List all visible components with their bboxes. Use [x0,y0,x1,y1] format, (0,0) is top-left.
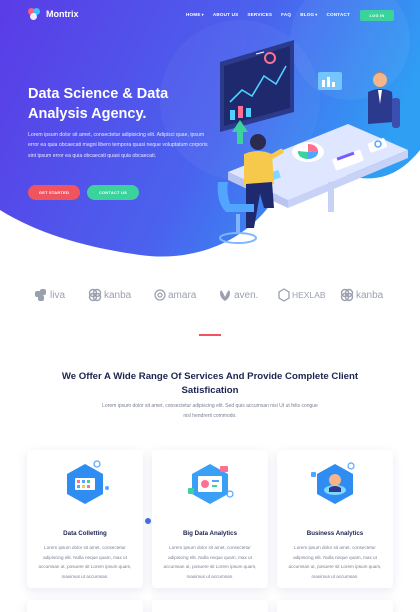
data-collecting-icon [67,460,109,504]
card-text: Lorem ipsum dolor sit amet, consectetur … [288,545,382,579]
card-title: Big Data Analytics [182,530,238,537]
client-logo-liva: liva [34,286,65,304]
nav-item-home[interactable]: HOME▾ [186,12,204,17]
get-started-button[interactable]: GET STARTED [28,185,80,200]
dashboard-board-illustration [220,40,294,132]
client-logos: liva kanba amara aven. HEXLAB kanba [34,286,394,304]
kanba-icon [340,288,354,302]
nav-item-services[interactable]: SERVICES [247,12,272,17]
client-logo-aven: aven. [218,286,258,304]
logo-icon [28,8,40,20]
service-card-partial [277,600,393,612]
section-subtitle: Lorem ipsum dolor sit amet, consectetur … [102,403,318,419]
nav-item-faq[interactable]: FAQ [281,12,291,17]
big-data-analytics-icon [188,464,234,504]
client-logo-hexlab: HEXLAB [278,286,326,304]
contact-us-button[interactable]: CONTACT US [87,185,139,200]
hero-section: Montrix HOME▾ ABOUT US SERVICES FAQ BLOG… [0,0,420,262]
nav-item-blog[interactable]: BLOG▾ [300,12,317,17]
hero-description: Lorem ipsum dolor sit amet, consectetur … [28,132,208,159]
chevron-down-icon: ▾ [315,12,318,17]
client-logo-kanba-2: kanba [340,286,383,304]
aven-icon [220,290,230,301]
business-analytics-icon [311,462,355,504]
nav-item-contact[interactable]: CONTACT [327,12,351,17]
nav-item-about[interactable]: ABOUT US [213,12,239,17]
hexlab-icon [278,288,290,302]
hero-title: Data Science & Data Analysis Agency. [28,86,169,122]
hero-illustration [217,40,408,244]
login-button[interactable]: LOG IN [360,10,394,21]
main-nav: HOME▾ ABOUT US SERVICES FAQ BLOG▾ CONTAC… [186,12,359,17]
brand-name: Montrix [46,9,79,19]
kanba-icon [88,288,102,302]
service-card-business-analytics[interactable]: Business Analytics Lorem ipsum dolor sit… [277,450,393,588]
brand-logo[interactable]: Montrix [28,8,79,20]
card-text: Lorem ipsum dolor sit amet, consectetur … [38,545,132,579]
card-title: Business Analytics [306,530,364,537]
client-logo-kanba-1: kanba [88,286,131,304]
service-card-data-collecting[interactable]: Data Colletting Lorem ipsum dolor sit am… [27,450,143,588]
chevron-down-icon: ▾ [201,12,204,17]
card-text: Lorem ipsum dolor sit amet, consectetur … [163,545,257,579]
navbar: Montrix HOME▾ ABOUT US SERVICES FAQ BLOG… [0,0,420,30]
section-divider [199,334,221,336]
section-title: We Offer A Wide Range Of Services And Pr… [61,371,359,396]
service-card-big-data[interactable]: Big Data Analytics Lorem ipsum dolor sit… [152,450,268,588]
service-card-partial [27,600,143,612]
card-title: Data Colletting [63,530,107,537]
amara-icon [154,289,166,301]
carousel-dot[interactable] [145,518,151,524]
liva-icon [35,289,46,301]
client-logo-amara: amara [154,286,196,304]
service-card-partial [152,600,268,612]
